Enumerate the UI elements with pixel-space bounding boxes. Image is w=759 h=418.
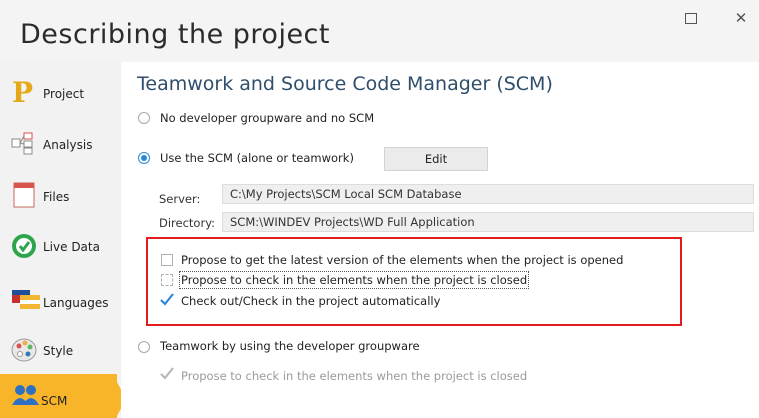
checkbox-get-latest[interactable] [161,254,173,266]
project-icon: P [12,77,33,105]
maximize-button[interactable] [676,7,706,29]
svg-text:P: P [12,77,33,105]
title-bar: Describing the project ✕ [0,0,759,63]
directory-field[interactable]: SCM:\WINDEV Projects\WD Full Application [222,212,754,232]
checkbox-get-latest-label: Propose to get the latest version of the… [181,253,624,267]
radio-no-scm[interactable] [138,112,150,124]
project-description-window: Describing the project ✕ P Project Analy… [0,0,759,418]
sidebar-item-style[interactable]: Style [0,324,121,374]
radio-groupware[interactable] [138,341,150,353]
radio-no-scm-label: No developer groupware and no SCM [160,111,375,125]
sidebar-item-analysis[interactable]: Analysis [0,119,121,169]
style-icon [11,338,37,362]
sidebar-item-files[interactable]: Files [0,170,121,220]
section-heading: Teamwork and Source Code Manager (SCM) [137,73,553,95]
sidebar-item-label: Analysis [43,138,93,152]
scm-panel: Teamwork and Source Code Manager (SCM) N… [121,62,759,418]
checkmark-icon [160,293,174,306]
sidebar-item-label: Languages [43,296,109,310]
radio-use-scm-label: Use the SCM (alone or teamwork) [160,151,354,165]
sidebar-item-label: Live Data [43,240,100,254]
sidebar-item-scm[interactable]: SCM [0,374,126,418]
window-title: Describing the project [20,19,330,50]
languages-icon [12,290,40,309]
edit-button[interactable]: Edit [384,147,488,171]
checkbox-auto-checkout[interactable] [159,292,175,308]
sidebar-item-project[interactable]: P Project [0,67,121,117]
close-button[interactable]: ✕ [726,7,756,29]
analysis-icon [11,132,33,155]
radio-use-scm[interactable] [138,152,150,164]
checkbox-check-in-on-close[interactable] [161,274,173,286]
server-label: Server: [159,192,201,206]
live-data-icon [12,234,36,258]
sidebar-item-label: Style [43,344,74,358]
radio-groupware-label: Teamwork by using the developer groupwar… [160,339,420,353]
checkbox-check-in-on-close-label: Propose to check in the elements when th… [178,271,530,289]
checkbox-auto-checkout-label: Check out/Check in the project automatic… [181,294,441,308]
sidebar-item-label: SCM [41,394,68,408]
maximize-icon [685,13,697,24]
server-field[interactable]: C:\My Projects\SCM Local SCM Database [222,184,754,204]
close-icon: ✕ [734,9,748,27]
sidebar-item-label: Project [43,87,85,101]
sidebar-item-live-data[interactable]: Live Data [0,222,121,272]
checkbox-groupware-check-in [160,367,174,380]
checkmark-icon [160,367,174,380]
files-icon [13,182,35,208]
sidebar-item-label: Files [43,190,70,204]
checkbox-groupware-check-in-label: Propose to check in the elements when th… [181,369,528,383]
sidebar-item-languages[interactable]: Languages [0,274,121,324]
sidebar: P Project Analysis Files Live Data Langu… [0,62,126,418]
directory-label: Directory: [159,216,216,230]
scm-icon [12,385,39,405]
